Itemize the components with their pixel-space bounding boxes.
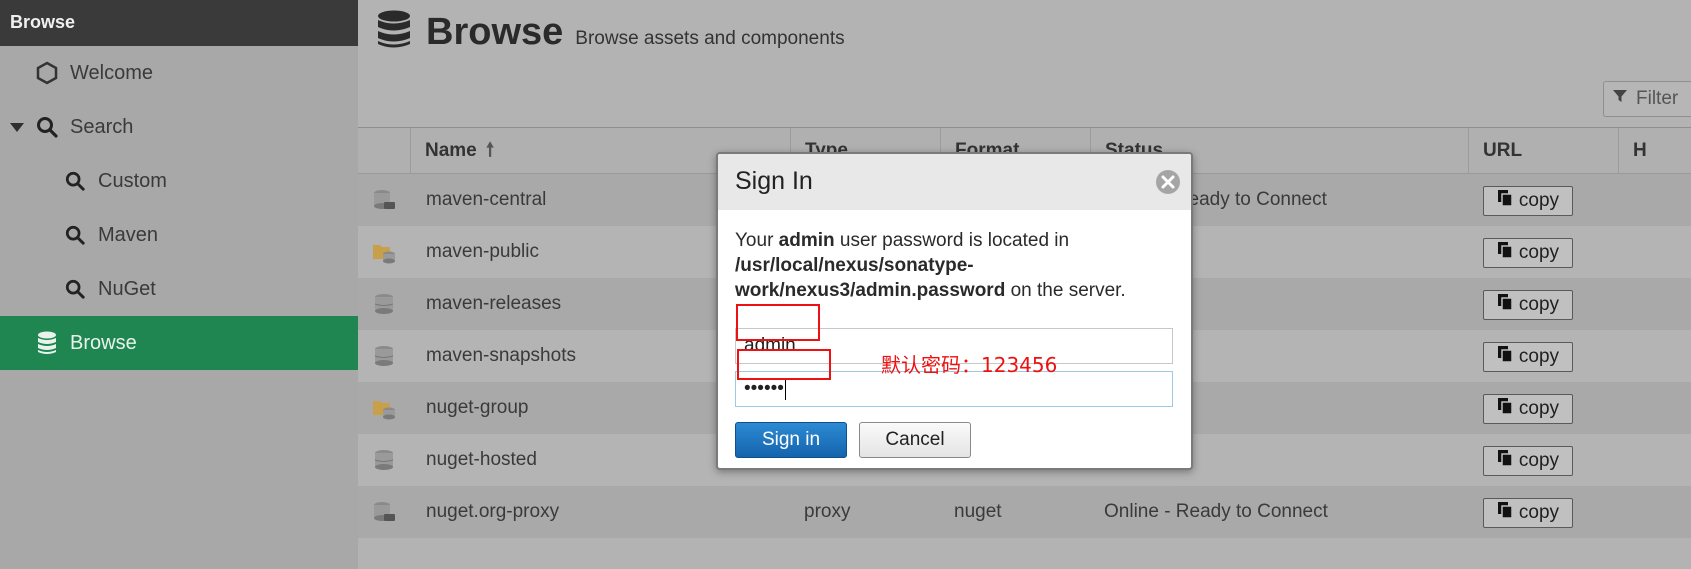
- message-text: on the server.: [1005, 280, 1126, 301]
- sort-asc-icon: 🠕: [486, 140, 495, 161]
- message-path: /usr/local/nexus/sonatype-work/nexus3/ad…: [735, 255, 1006, 301]
- copy-label: copy: [1518, 450, 1560, 471]
- copy-icon: [1497, 449, 1513, 473]
- copy-icon: [1497, 293, 1513, 317]
- sidebar-item-welcome[interactable]: Welcome: [0, 46, 358, 100]
- database-icon: [376, 10, 412, 55]
- repo-name: maven-public: [426, 241, 539, 262]
- copy-icon: [1497, 501, 1513, 525]
- column-header-url[interactable]: URL: [1468, 128, 1618, 173]
- cancel-button[interactable]: Cancel: [859, 422, 971, 458]
- annotation-box-username: [736, 304, 820, 341]
- repo-name: nuget-hosted: [426, 449, 537, 470]
- repo-type: proxy: [804, 501, 851, 522]
- page-subtitle: Browse assets and components: [575, 27, 845, 49]
- text-cursor: [784, 377, 786, 400]
- sidebar-item-search[interactable]: Search: [0, 100, 358, 154]
- sidebar-item-label: NuGet: [98, 277, 156, 300]
- dialog-message: Your admin user password is located in /…: [735, 228, 1175, 303]
- repo-name: maven-central: [426, 189, 547, 210]
- hosted-repo-icon: [372, 292, 396, 316]
- copy-url-button[interactable]: copy: [1483, 394, 1573, 424]
- repo-name: nuget.org-proxy: [426, 501, 560, 522]
- hosted-repo-icon: [372, 344, 396, 368]
- annotation-box-password: [737, 349, 831, 380]
- table-row[interactable]: nuget.org-proxy proxy nuget Online - Rea…: [358, 486, 1691, 538]
- database-icon: [34, 330, 60, 356]
- copy-url-button[interactable]: copy: [1483, 446, 1573, 476]
- repo-format: nuget: [954, 501, 1002, 522]
- sidebar-item-custom[interactable]: Custom: [0, 154, 358, 208]
- message-text: user password is located in: [834, 230, 1070, 251]
- sidebar-header: Browse: [0, 0, 358, 46]
- search-icon: [62, 222, 88, 248]
- page-title: Browse: [426, 11, 564, 53]
- hosted-repo-icon: [372, 448, 396, 472]
- repo-name: maven-releases: [426, 293, 562, 314]
- copy-label: copy: [1518, 346, 1560, 367]
- sidebar-item-label: Maven: [98, 223, 159, 246]
- group-repo-icon: [372, 240, 396, 264]
- copy-url-button[interactable]: copy: [1483, 238, 1573, 268]
- sign-in-dialog: Sign In Your admin user password is loca…: [716, 152, 1193, 470]
- copy-url-button[interactable]: copy: [1483, 498, 1573, 528]
- sidebar-item-label: Custom: [98, 169, 167, 192]
- copy-label: copy: [1518, 398, 1560, 419]
- dialog-title: Sign In: [735, 167, 813, 195]
- copy-url-button[interactable]: copy: [1483, 342, 1573, 372]
- close-icon[interactable]: [1155, 169, 1181, 195]
- filter-icon: [1612, 88, 1628, 110]
- filter-input[interactable]: Filter: [1603, 81, 1691, 117]
- sign-in-button[interactable]: Sign in: [735, 422, 847, 458]
- repo-name: maven-snapshots: [426, 345, 576, 366]
- message-username: admin: [778, 230, 835, 251]
- search-icon: [62, 168, 88, 194]
- password-value: ••••••: [744, 378, 784, 399]
- sidebar-item-maven[interactable]: Maven: [0, 208, 358, 262]
- repo-name: nuget-group: [426, 397, 529, 418]
- chevron-down-icon[interactable]: [10, 122, 24, 132]
- copy-url-button[interactable]: copy: [1483, 186, 1573, 216]
- copy-icon: [1497, 345, 1513, 369]
- hexagon-icon: [34, 60, 60, 86]
- copy-label: copy: [1518, 242, 1560, 263]
- search-icon: [34, 114, 60, 140]
- copy-icon: [1497, 397, 1513, 421]
- sidebar: Browse Welcome Search Custom Maven NuGet: [0, 0, 358, 569]
- copy-url-button[interactable]: copy: [1483, 290, 1573, 320]
- column-label: Name: [425, 140, 477, 161]
- group-repo-icon: [372, 396, 396, 420]
- dialog-header: Sign In: [718, 154, 1191, 210]
- page-header: Browse Browse assets and components: [376, 10, 845, 55]
- sidebar-item-label: Search: [70, 115, 134, 138]
- copy-label: copy: [1518, 294, 1560, 315]
- column-header-health[interactable]: H: [1618, 128, 1691, 173]
- message-text: Your: [735, 230, 779, 251]
- copy-label: copy: [1518, 502, 1560, 523]
- proxy-repo-icon: [372, 500, 396, 524]
- repo-status: Online - Ready to Connect: [1104, 501, 1328, 522]
- copy-label: copy: [1518, 190, 1560, 211]
- search-icon: [62, 276, 88, 302]
- sidebar-item-label: Browse: [70, 331, 137, 354]
- sidebar-item-nuget[interactable]: NuGet: [0, 262, 358, 316]
- sidebar-item-browse[interactable]: Browse: [0, 316, 358, 370]
- filter-placeholder: Filter: [1636, 88, 1679, 109]
- sidebar-item-label: Welcome: [70, 61, 153, 84]
- proxy-repo-icon: [372, 188, 396, 212]
- copy-icon: [1497, 241, 1513, 265]
- annotation-note: 默认密码：123456: [881, 353, 1058, 377]
- copy-icon: [1497, 189, 1513, 213]
